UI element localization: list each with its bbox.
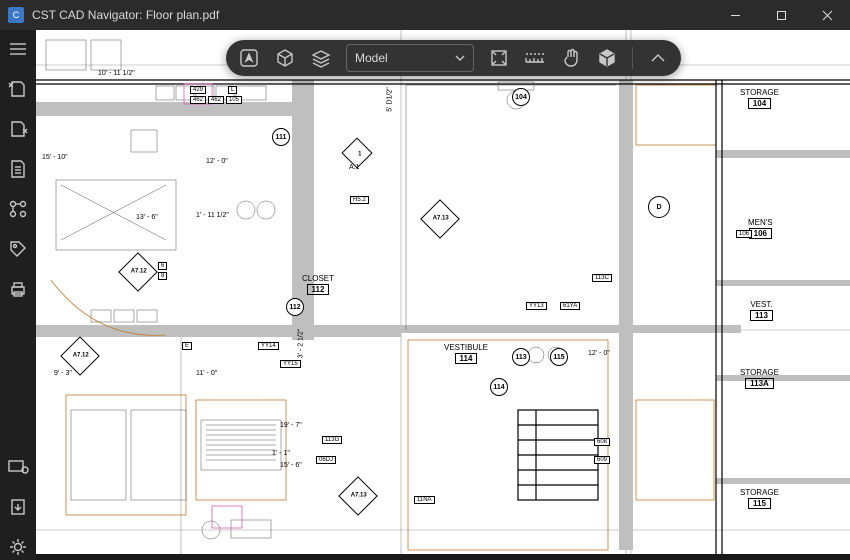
- tag-06dj: 06DJ: [316, 456, 336, 464]
- dim-6: 1' - 1": [272, 450, 290, 457]
- dim-10: 19' - 7": [280, 422, 302, 429]
- drawing-canvas[interactable]: STORAGE104 MEN'S106 VEST.113 STORAGE113A…: [36, 30, 850, 554]
- tag-b8: 8: [158, 272, 167, 280]
- dim-8: 3' - 2 1/2": [297, 329, 304, 359]
- structure-button[interactable]: [5, 196, 31, 222]
- room-label-closet-112: CLOSET112: [302, 274, 334, 295]
- tag-yy14: YY14: [258, 342, 279, 350]
- compass-icon[interactable]: [238, 47, 260, 69]
- hamburger-menu-button[interactable]: [5, 36, 31, 62]
- dim-3: 12' - 0": [206, 158, 228, 165]
- door-bubble-114: 114: [490, 378, 508, 396]
- tag-yy13: YY13: [526, 302, 547, 310]
- maximize-button[interactable]: [758, 0, 804, 30]
- section-marker-1-sub: A.1: [349, 164, 360, 171]
- export-button[interactable]: [5, 494, 31, 520]
- dim-4: 1' - 11 1/2": [196, 212, 229, 219]
- tag-609: 609: [594, 456, 610, 464]
- pan-icon[interactable]: [560, 47, 582, 69]
- door-bubble-115: 115: [550, 348, 568, 366]
- settings-button[interactable]: [5, 534, 31, 560]
- dim-7: 5' D1/2": [387, 87, 394, 111]
- tag-462-2: 462: [208, 96, 224, 104]
- print-button[interactable]: [5, 276, 31, 302]
- dim-2: 15' - 10": [42, 154, 68, 161]
- view-button[interactable]: [5, 454, 31, 480]
- measure-icon[interactable]: [524, 47, 546, 69]
- chevron-down-icon: [455, 55, 465, 61]
- window-title: CST CAD Navigator: Floor plan.pdf: [32, 8, 712, 22]
- floor-plan-svg: [36, 30, 850, 554]
- dim-11: 11' - 0": [196, 370, 217, 377]
- tag-105: 105: [226, 96, 242, 104]
- tag-608: 608: [594, 438, 610, 446]
- model-dropdown-label: Model: [355, 51, 388, 65]
- collapse-icon[interactable]: [647, 47, 669, 69]
- tag-button[interactable]: [5, 236, 31, 262]
- dim-1: 10' - 11 1/2": [98, 70, 135, 77]
- tag-113c: 113C: [592, 274, 612, 282]
- cube-icon[interactable]: [274, 47, 296, 69]
- room-label-vest-113: VEST.113: [750, 300, 773, 321]
- fit-view-icon[interactable]: [488, 47, 510, 69]
- solid-cube-icon[interactable]: [596, 47, 618, 69]
- tag-d6: 6: [158, 262, 167, 270]
- close-button[interactable]: [804, 0, 850, 30]
- dim-9: 12' - 0": [588, 350, 610, 357]
- app-icon: C: [8, 7, 24, 23]
- tag-11na: 11NA: [414, 496, 435, 504]
- tag-e: E: [182, 342, 192, 350]
- left-sidebar: [0, 30, 36, 560]
- toolbar-separator: [632, 47, 633, 69]
- tag-106: 106: [736, 230, 752, 238]
- door-bubble-104: 104: [512, 88, 530, 106]
- tag-462-1: 462: [190, 96, 206, 104]
- tag-429: 429: [190, 86, 206, 94]
- model-dropdown[interactable]: Model: [346, 44, 474, 72]
- tag-h52: H5.2: [350, 196, 369, 204]
- door-bubble-111: 111: [272, 128, 290, 146]
- title-bar: C CST CAD Navigator: Floor plan.pdf: [0, 0, 850, 30]
- room-label-storage-104: STORAGE104: [740, 88, 779, 109]
- dim-12: 15' - 6": [280, 462, 302, 469]
- room-label-storage-115: STORAGE115: [740, 488, 779, 509]
- document-button[interactable]: [5, 156, 31, 182]
- layers-icon[interactable]: [310, 47, 332, 69]
- dim-13: 9' - 3": [54, 370, 72, 377]
- open-file-button[interactable]: [5, 76, 31, 102]
- room-label-storage-113a: STORAGE113A: [740, 368, 779, 389]
- door-bubble-113: 113: [512, 348, 530, 366]
- tag-113g: 113G: [322, 436, 342, 444]
- dim-5: 13' - 6": [136, 214, 158, 221]
- tag-yy15: YY15: [280, 360, 301, 368]
- save-file-button[interactable]: [5, 116, 31, 142]
- door-bubble-112: 112: [286, 298, 304, 316]
- view-toolbar: Model: [226, 40, 681, 76]
- tag-L: L: [228, 86, 237, 94]
- room-label-vestibule-114: VESTIBULE114: [444, 343, 488, 364]
- minimize-button[interactable]: [712, 0, 758, 30]
- tag-61ya: 61YA: [560, 302, 580, 310]
- grid-bubble-d: D: [648, 196, 670, 218]
